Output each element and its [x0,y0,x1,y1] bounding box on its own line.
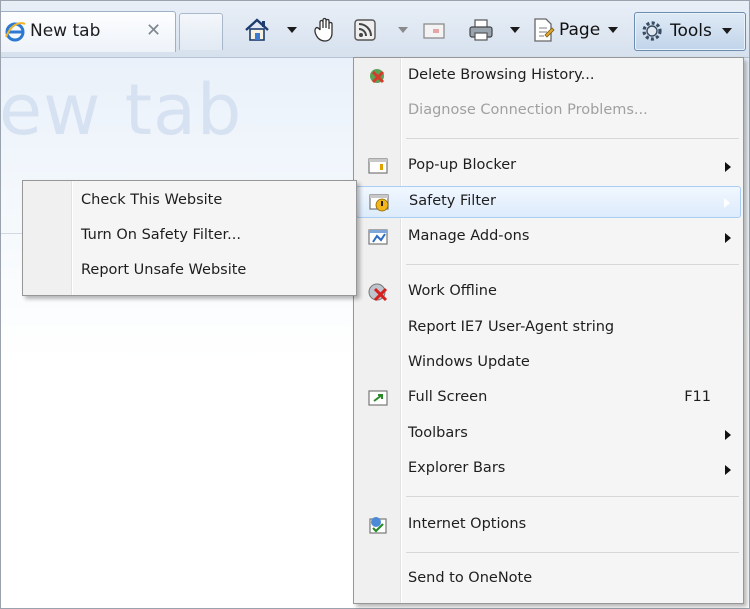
menu-item-diagnose-connection: Diagnose Connection Problems... [356,96,741,126]
menu-item-label: Send to OneNote [408,570,533,586]
home-dropdown[interactable] [287,13,297,47]
menu-item-internet-options[interactable]: Internet Options [356,510,741,540]
gear-icon [642,21,662,41]
menu-separator [406,138,739,139]
mail-icon [423,23,445,39]
menu-item-label: Explorer Bars [408,460,506,476]
submenu-arrow-icon [725,162,731,172]
menu-separator [406,496,739,497]
menu-item-label: Internet Options [408,516,527,532]
menu-item-report-user-agent[interactable]: Report IE7 User-Agent string [356,313,741,343]
feeds-button[interactable] [353,13,379,47]
menu-separator [406,552,739,553]
full-screen-icon [368,390,388,406]
menu-item-label: Pop-up Blocker [408,157,517,173]
menu-item-label: Safety Filter [409,193,496,209]
menu-item-label: Delete Browsing History... [408,67,595,83]
shortcut-label: F11 [684,389,711,405]
chevron-down-icon [608,27,619,33]
delete-history-icon [370,69,385,84]
feeds-dropdown[interactable] [398,13,408,47]
home-icon [245,18,269,41]
tab-title: New tab [30,21,101,41]
page-heading: ew tab [0,69,243,151]
chevron-down-icon [398,27,408,33]
tab-close-icon[interactable]: ✕ [146,20,161,41]
mail-button[interactable] [421,13,447,47]
tools-menu-label: Tools [670,21,712,41]
stop-button[interactable] [310,13,338,47]
menu-item-work-offline[interactable]: Work Offline [356,277,741,307]
page-menu-button[interactable]: Page [531,13,619,47]
safety-filter-icon [369,194,389,212]
menu-item-send-to-onenote[interactable]: Send to OneNote [356,564,741,594]
ie-logo-icon [5,22,26,42]
menu-item-popup-blocker[interactable]: Pop-up Blocker [356,151,741,181]
internet-options-icon [369,517,387,534]
home-button[interactable] [243,13,271,47]
page-icon [534,18,555,42]
tab-strip: New tab ✕ Page Tools [1,1,749,58]
menu-item-explorer-bars[interactable]: Explorer Bars [356,454,741,484]
menu-item-full-screen[interactable]: Full Screen F11 [356,383,741,413]
menu-item-label: Windows Update [408,354,530,370]
menu-item-label: Full Screen [408,389,488,405]
chevron-down-icon [721,28,732,34]
menu-item-report-unsafe-website[interactable]: Report Unsafe Website [25,256,354,286]
hand-icon [314,17,333,42]
menu-item-label: Turn On Safety Filter... [81,227,241,243]
chevron-down-icon [510,27,520,33]
menu-item-label: Check This Website [81,192,223,208]
submenu-arrow-icon [725,465,731,475]
menu-item-label: Report IE7 User-Agent string [408,319,615,335]
menu-item-windows-update[interactable]: Windows Update [356,348,741,378]
menu-item-toolbars[interactable]: Toolbars [356,419,741,449]
menu-item-label: Manage Add-ons [408,228,530,244]
new-tab-button[interactable] [179,13,223,50]
menu-item-safety-filter[interactable]: Safety Filter [356,186,741,218]
submenu-arrow-icon [724,198,730,208]
printer-icon [469,19,493,41]
page-menu-label: Page [559,20,601,40]
menu-item-label: Diagnose Connection Problems... [408,102,648,118]
menu-item-label: Toolbars [408,425,468,441]
popup-blocker-icon [368,158,388,174]
tools-menu-button[interactable]: Tools [634,12,746,51]
menu-item-label: Work Offline [408,283,497,299]
tab-new-tab[interactable]: New tab ✕ [1,11,176,52]
tools-menu: Delete Browsing History... Diagnose Conn… [353,57,744,604]
work-offline-icon [368,283,388,302]
menu-separator [406,264,739,265]
submenu-arrow-icon [725,430,731,440]
menu-item-delete-browsing-history[interactable]: Delete Browsing History... [356,61,741,91]
submenu-arrow-icon [725,233,731,243]
print-button[interactable] [467,13,495,47]
print-dropdown[interactable] [510,13,520,47]
addons-icon [368,229,388,245]
menu-item-turn-on-safety-filter[interactable]: Turn On Safety Filter... [25,221,354,251]
chevron-down-icon [287,27,297,33]
feed-icon [354,19,376,41]
menu-item-manage-addons[interactable]: Manage Add-ons [356,222,741,252]
safety-filter-submenu: Check This Website Turn On Safety Filter… [22,180,357,296]
menu-item-check-this-website[interactable]: Check This Website [25,186,354,216]
menu-item-label: Report Unsafe Website [81,262,247,278]
